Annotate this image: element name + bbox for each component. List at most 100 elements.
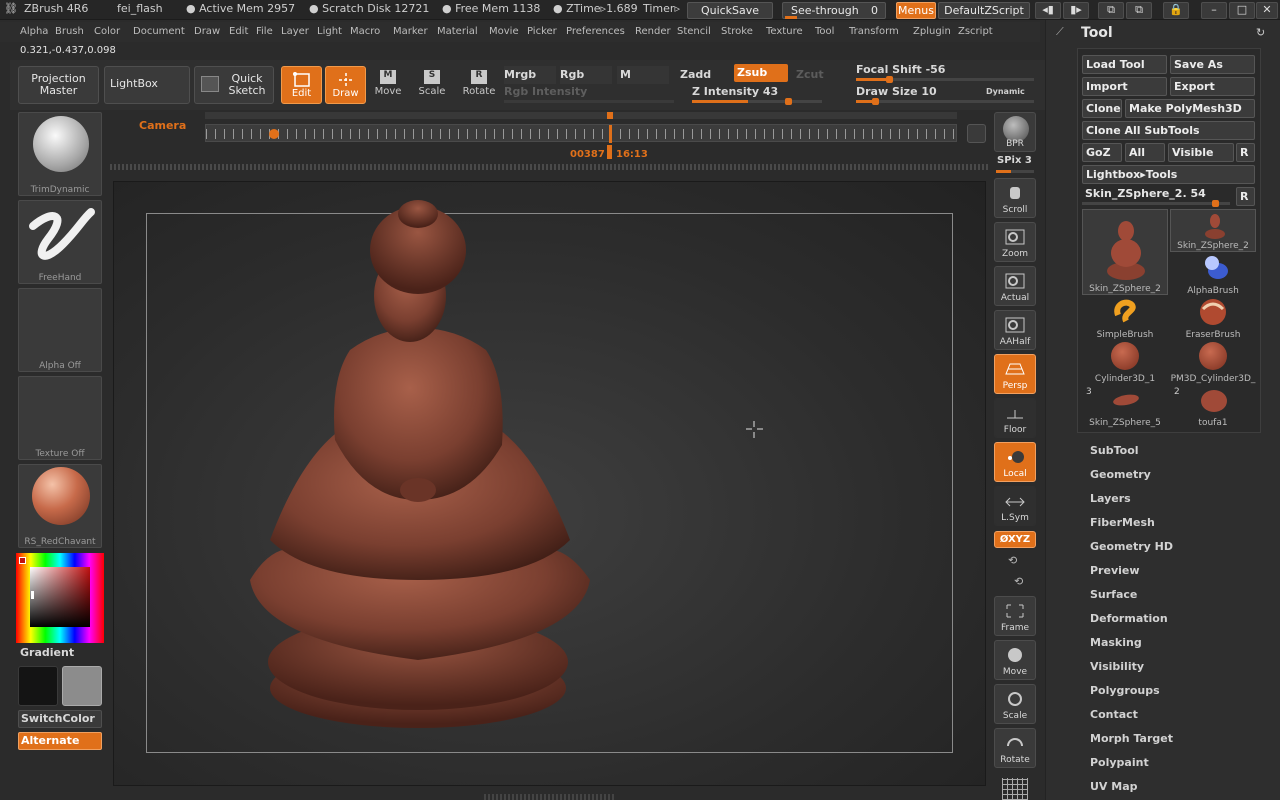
alternate-button[interactable]: Alternate (18, 732, 102, 750)
menu-zscript[interactable]: Zscript (958, 26, 993, 37)
aahalf-button[interactable]: AAHalf (994, 310, 1036, 350)
section-subtool[interactable]: SubTool (1090, 444, 1139, 457)
spix-slider[interactable]: SPix 3 (997, 155, 1032, 166)
frame-button[interactable]: Frame (994, 596, 1036, 636)
menu-layer[interactable]: Layer (281, 26, 309, 37)
layout-icon[interactable]: ⧉ (1098, 2, 1124, 19)
timeline-scrollbar[interactable] (205, 112, 957, 119)
section-polypaint[interactable]: Polypaint (1090, 756, 1149, 769)
brush-thumbnail[interactable]: TrimDynamic (18, 112, 102, 196)
menu-draw[interactable]: Draw (194, 26, 220, 37)
close-icon[interactable]: ✕ (1256, 2, 1278, 19)
menu-macro[interactable]: Macro (350, 26, 380, 37)
lsym-button[interactable]: L.Sym (994, 486, 1036, 526)
section-contact[interactable]: Contact (1090, 708, 1138, 721)
tray-right-icon[interactable]: ▮▸ (1063, 2, 1089, 19)
layout2-icon[interactable]: ⧉ (1126, 2, 1152, 19)
menu-document[interactable]: Document (133, 26, 185, 37)
menu-color[interactable]: Color (94, 26, 120, 37)
menu-light[interactable]: Light (317, 26, 342, 37)
buddha-sculpture-model[interactable] (230, 200, 610, 740)
tray-left-icon[interactable]: ◂▮ (1035, 2, 1061, 19)
quick-sketch-button[interactable]: Quick Sketch (194, 66, 274, 104)
rotate-y-icon[interactable]: ⟲ (1008, 554, 1017, 567)
section-uv-map[interactable]: UV Map (1090, 780, 1138, 793)
section-masking[interactable]: Masking (1090, 636, 1142, 649)
lightbox-button[interactable]: LightBox (104, 66, 190, 104)
current-tool-slider[interactable]: Skin_ZSphere_2. 54 (1085, 187, 1206, 200)
section-deformation[interactable]: Deformation (1090, 612, 1168, 625)
section-geometry-hd[interactable]: Geometry HD (1090, 540, 1173, 553)
tool-pin-icon[interactable]: ⟋ (1056, 25, 1064, 39)
scroll-button[interactable]: Scroll (994, 178, 1036, 218)
lock-icon[interactable]: 🔒 (1163, 2, 1189, 19)
tool-item-skin-zsphere-5[interactable]: 3 Skin_ZSphere_5 (1082, 385, 1168, 428)
secondary-color-swatch[interactable] (62, 666, 102, 706)
edit-button[interactable]: Edit (281, 66, 322, 104)
menu-zplugin[interactable]: Zplugin (913, 26, 951, 37)
export-button[interactable]: Export (1170, 77, 1255, 96)
section-layers[interactable]: Layers (1090, 492, 1131, 505)
menu-preferences[interactable]: Preferences (566, 26, 625, 37)
texture-thumbnail[interactable]: Texture Off (18, 376, 102, 460)
goz-r-button[interactable]: R (1236, 143, 1255, 162)
projection-master-button[interactable]: Projection Master (18, 66, 99, 104)
rotate-view-button[interactable]: Rotate (994, 728, 1036, 768)
z-intensity-slider[interactable]: Z Intensity 43 (692, 85, 778, 98)
lightbox-tools-button[interactable]: Lightbox▸Tools (1082, 165, 1255, 184)
menu-brush[interactable]: Brush (55, 26, 84, 37)
timeline-scroll-thumb[interactable] (607, 112, 613, 119)
tool-item-cylinder3d-1[interactable]: Cylinder3D_1 (1082, 341, 1168, 384)
goz-button[interactable]: GoZ (1082, 143, 1122, 162)
goz-visible-button[interactable]: Visible (1168, 143, 1234, 162)
timeline-track[interactable] (205, 124, 958, 143)
alpha-thumbnail[interactable]: Alpha Off (18, 288, 102, 372)
see-through-slider[interactable]: See-through 0 (782, 2, 886, 19)
switch-color-button[interactable]: SwitchColor (18, 710, 102, 728)
quicksave-button[interactable]: QuickSave (687, 2, 773, 19)
clone-all-subtools-button[interactable]: Clone All SubTools (1082, 121, 1255, 140)
scale-button[interactable]: S Scale (414, 70, 450, 100)
move-button[interactable]: M Move (370, 70, 406, 100)
goz-all-button[interactable]: All (1125, 143, 1165, 162)
tool-item-alphabrush[interactable]: AlphaBrush (1170, 253, 1256, 296)
actual-button[interactable]: Actual (994, 266, 1036, 306)
timeline-cursor[interactable] (609, 125, 612, 143)
import-button[interactable]: Import (1082, 77, 1167, 96)
section-fibermesh[interactable]: FiberMesh (1090, 516, 1155, 529)
section-preview[interactable]: Preview (1090, 564, 1140, 577)
load-tool-button[interactable]: Load Tool (1082, 55, 1167, 74)
rotate-z-icon[interactable]: ⟲ (1014, 575, 1023, 588)
tool-item-eraserbrush[interactable]: EraserBrush (1170, 297, 1256, 340)
tool-item-skin-zsphere-2-large[interactable]: Skin_ZSphere_2 (1082, 209, 1168, 295)
save-as-button[interactable]: Save As (1170, 55, 1255, 74)
tool-item-toufa1[interactable]: 2 toufa1 (1170, 385, 1256, 428)
scale-view-button[interactable]: Scale (994, 684, 1036, 724)
rgb-intensity-slider[interactable]: Rgb Intensity (504, 85, 587, 98)
menu-transform[interactable]: Transform (849, 26, 899, 37)
polyframe-grid-icon[interactable] (1002, 778, 1028, 800)
current-tool-r-button[interactable]: R (1236, 187, 1255, 206)
section-visibility[interactable]: Visibility (1090, 660, 1144, 673)
menu-render[interactable]: Render (635, 26, 671, 37)
timeline-keyframe[interactable] (269, 129, 279, 139)
menu-marker[interactable]: Marker (393, 26, 428, 37)
menu-stencil[interactable]: Stencil (677, 26, 711, 37)
zsub-button[interactable]: Zsub (734, 64, 788, 82)
minimize-icon[interactable]: – (1201, 2, 1227, 19)
move-view-button[interactable]: Move (994, 640, 1036, 680)
color-picker[interactable] (16, 553, 104, 643)
section-morph-target[interactable]: Morph Target (1090, 732, 1173, 745)
menu-alpha[interactable]: Alpha (20, 26, 48, 37)
menu-tool[interactable]: Tool (815, 26, 834, 37)
mrgb-button[interactable]: Mrgb (504, 66, 556, 84)
rotate-button[interactable]: R Rotate (459, 70, 499, 100)
tool-item-skin-zsphere-2[interactable]: Skin_ZSphere_2 (1170, 209, 1256, 252)
draw-size-slider[interactable]: Draw Size 10 (856, 85, 937, 98)
menu-file[interactable]: File (256, 26, 273, 37)
focal-shift-slider[interactable]: Focal Shift -56 (856, 63, 945, 76)
gradient-label[interactable]: Gradient (20, 646, 74, 659)
section-geometry[interactable]: Geometry (1090, 468, 1151, 481)
menu-edit[interactable]: Edit (229, 26, 248, 37)
section-surface[interactable]: Surface (1090, 588, 1137, 601)
